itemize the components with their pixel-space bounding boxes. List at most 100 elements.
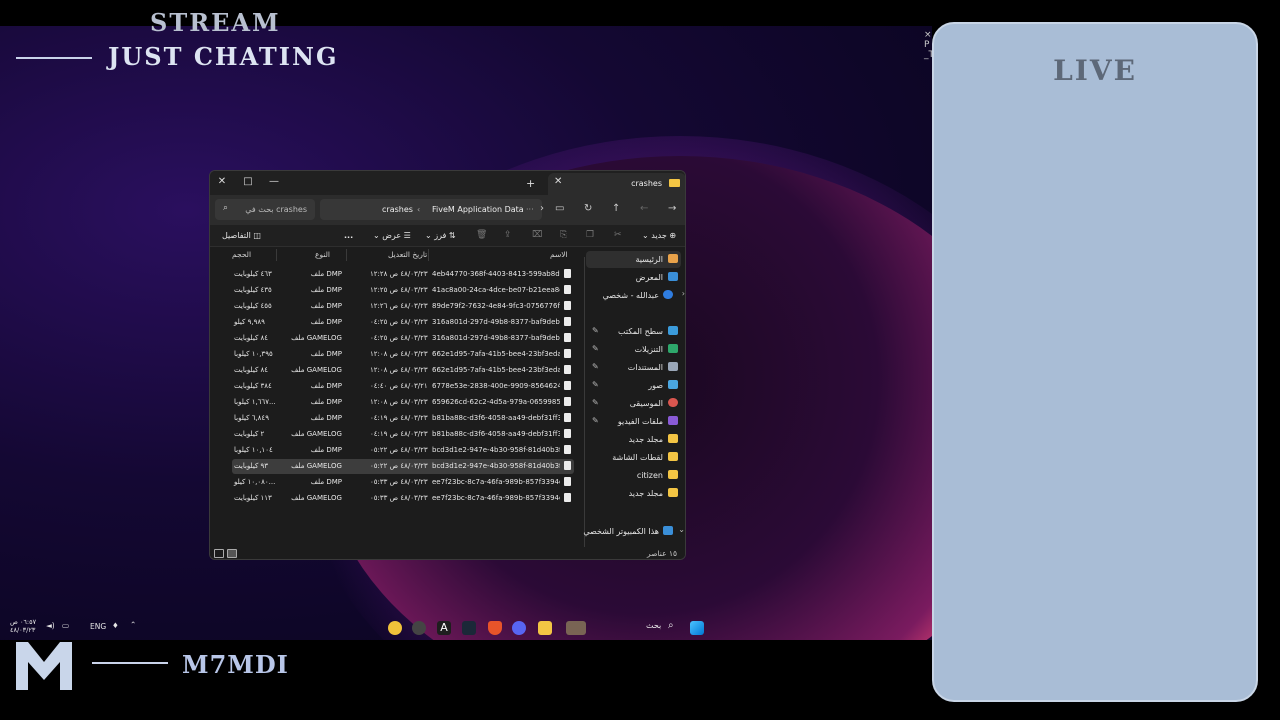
nav-item-pictures[interactable]: ✎ صور — [586, 377, 681, 394]
file-type: ملف DMP — [310, 414, 342, 422]
steam-icon[interactable] — [462, 621, 476, 635]
details-button[interactable]: التفاصيل ◫ — [222, 231, 261, 240]
table-row[interactable]: 89de79f2-7632-4e84-9fc3-0756776fa9e7... ٤… — [232, 299, 574, 314]
chevron-right-icon[interactable]: › — [540, 203, 544, 214]
minimize-button[interactable]: — — [266, 175, 282, 189]
new-button[interactable]: ⌄ جديد ⊕ — [642, 231, 676, 240]
tab-crashes[interactable]: ✕ crashes — [548, 173, 685, 195]
column-size[interactable]: الحجم — [232, 250, 251, 259]
cut-icon[interactable]: ✂ — [614, 230, 622, 240]
nav-label: صور — [648, 381, 663, 390]
file-size: ٤٦٣ كيلوبايت — [234, 270, 272, 278]
close-tab-icon[interactable]: ✕ — [554, 176, 562, 187]
file-size: ٨٤ كيلوبايت — [234, 366, 269, 374]
nav-item-home[interactable]: الرئيسية — [586, 251, 681, 268]
view-button[interactable]: ⌄ عرض ☰ — [373, 231, 411, 240]
file-explorer-window[interactable]: ✕ □ — + ✕ crashes ⌕ بحث في crashes crash… — [209, 170, 686, 560]
maximize-button[interactable]: □ — [240, 175, 256, 189]
nav-item-new-folder[interactable]: مجلد جديد — [586, 431, 681, 448]
nav-item-desktop[interactable]: ✎ سطح المكتب — [586, 323, 681, 340]
table-row[interactable]: 659626cd-62c2-4d5a-979a-065998520205... ٤… — [232, 395, 574, 410]
table-row[interactable]: 316a801d-297d-49b8-8377-baf9debba36e... ٤… — [232, 315, 574, 330]
file-name: 89de79f2-7632-4e84-9fc3-0756776fa9e7... — [432, 302, 560, 310]
nav-item-documents[interactable]: ✎ المستندات — [586, 359, 681, 376]
breadcrumb-fivem[interactable]: FiveM Application Data — [432, 205, 524, 214]
nav-label: المعرض — [635, 273, 663, 282]
delete-icon[interactable]: 🗑 — [476, 230, 487, 240]
column-divider[interactable] — [276, 249, 277, 261]
app-icon-1[interactable] — [388, 621, 402, 635]
title-bar[interactable]: ✕ □ — + ✕ crashes — [210, 171, 685, 195]
chevron-expand-icon[interactable]: › — [682, 289, 685, 298]
more-path-icon[interactable]: ··· — [526, 205, 534, 214]
column-date[interactable]: تاريخ التعديل — [388, 250, 427, 259]
column-name[interactable]: الاسم — [550, 250, 568, 259]
table-row[interactable]: 4eb44770-368f-4403-8413-599ab8dd3d0a... ٤… — [232, 267, 574, 282]
close-window-button[interactable]: ✕ — [214, 175, 230, 189]
nav-item-screenshots[interactable]: لقطات الشاشة — [586, 449, 681, 466]
details-view-icon[interactable] — [214, 549, 224, 558]
forward-arrow-icon[interactable]: ← — [640, 203, 648, 214]
view-icon: ☰ — [403, 231, 411, 240]
taskbar-search-label[interactable]: بحث — [646, 621, 661, 630]
back-arrow-icon[interactable]: → — [668, 203, 676, 214]
pin-icon: ✎ — [592, 326, 599, 335]
nav-item-gallery[interactable]: المعرض — [586, 269, 681, 286]
nav-item-new-folder-2[interactable]: مجلد جديد — [586, 485, 681, 502]
nav-item-videos[interactable]: ✎ ملفات الفيديو — [586, 413, 681, 430]
table-row[interactable]: 6778e53e-2838-400e-9909-85646246823a... ٤… — [232, 379, 574, 394]
nav-item-citizen[interactable]: citizen — [586, 467, 681, 484]
file-date: ٤٨/٠٣/٢٣ ص ٠٤:٢٥ — [370, 334, 428, 342]
file-date: ٤٨/٠٣/٢٣ ص ٠٤:٢٥ — [370, 318, 428, 326]
file-date: ٤٨/٠٣/٢٣ ص ٠٤:١٩ — [370, 430, 428, 438]
tiles-view-icon[interactable] — [227, 549, 237, 558]
windows-start-icon[interactable] — [690, 621, 704, 635]
column-type[interactable]: النوع — [315, 250, 330, 259]
table-row[interactable]: 41ac8a00-24ca-4dce-be07-b21eea8ddc6... ٤٨… — [232, 283, 574, 298]
file-name: 41ac8a00-24ca-4dce-be07-b21eea8ddc6... — [432, 286, 560, 294]
document-icon — [668, 362, 678, 371]
app-a-icon[interactable]: A — [437, 621, 451, 635]
nav-item-this-pc[interactable]: ⌄ هذا الكمبيوتر الشخصي — [583, 523, 685, 540]
table-row[interactable]: ee7f23bc-8c7a-46fa-989b-857f3394cf6c.d..… — [232, 475, 574, 490]
nav-item-music[interactable]: ✎ الموسيقى — [586, 395, 681, 412]
folder-icon — [669, 179, 680, 187]
more-options-button[interactable]: ... — [344, 231, 353, 240]
paste-icon[interactable]: ⎘ — [560, 230, 567, 240]
search-icon[interactable]: ⌕ — [668, 620, 674, 631]
column-divider[interactable] — [346, 249, 347, 261]
share-icon[interactable]: ⇪ — [504, 230, 512, 240]
discord-icon[interactable] — [512, 621, 526, 635]
file-type: ملف DMP — [310, 318, 342, 326]
file-explorer-icon[interactable] — [538, 621, 552, 635]
rename-icon[interactable]: ⌧ — [532, 230, 542, 240]
table-row[interactable]: 662e1d95-7afa-41b5-bee4-23bf3eda1eb7... ٤… — [232, 363, 574, 378]
breadcrumb[interactable]: crashes ‹ FiveM Application Data ··· — [320, 199, 542, 220]
obs-icon[interactable] — [412, 621, 426, 635]
refresh-icon[interactable]: ↻ — [584, 203, 592, 214]
column-divider[interactable] — [428, 249, 429, 261]
search-input[interactable]: ⌕ بحث في crashes — [215, 199, 315, 220]
table-row[interactable]: 662e1d95-7afa-41b5-bee4-23bf3eda1eb7... ٤… — [232, 347, 574, 362]
brave-icon[interactable] — [488, 621, 502, 635]
breadcrumb-crashes[interactable]: crashes — [382, 205, 413, 214]
table-row[interactable]: bcd3d1e2-947e-4b30-958f-81d40b3fcdd4... ٤… — [232, 459, 574, 474]
table-row[interactable]: b81ba88c-d3f6-4058-aa49-debf31ff3c0d... ٤… — [232, 411, 574, 426]
file-size: ٢ كيلوبايت — [234, 430, 265, 438]
app-icon-8[interactable] — [566, 621, 586, 635]
nav-item-downloads[interactable]: ✎ التنزيلات — [586, 341, 681, 358]
table-row[interactable]: b81ba88c-d3f6-4058-aa49-debf31ff3c0d... ٤… — [232, 427, 574, 442]
chat-divider-line — [16, 57, 92, 59]
chevron-down-icon[interactable]: ⌄ — [678, 525, 685, 534]
nav-label: سطح المكتب — [618, 327, 663, 336]
nav-item-onedrive[interactable]: › عبدالله - شخصي — [586, 287, 685, 304]
copy-icon[interactable]: ❐ — [586, 230, 594, 240]
navigation-pane: الرئيسية المعرض › عبدالله - شخصي ✎ سطح ا… — [583, 247, 685, 545]
table-row[interactable]: bcd3d1e2-947e-4b30-958f-81d40b3fcdd4... ٤… — [232, 443, 574, 458]
sort-button[interactable]: ⌄ فرز ⇅ — [425, 231, 456, 240]
table-row[interactable]: ee7f23bc-8c7a-46fa-989b-857f3394cf6c.d..… — [232, 491, 574, 506]
table-row[interactable]: 316a801d-297d-49b8-8377-baf9debba36e... ٤… — [232, 331, 574, 346]
monitor-icon[interactable]: ▭ — [555, 203, 564, 214]
up-arrow-icon[interactable]: ↑ — [612, 203, 620, 214]
new-tab-button[interactable]: + — [526, 177, 535, 190]
